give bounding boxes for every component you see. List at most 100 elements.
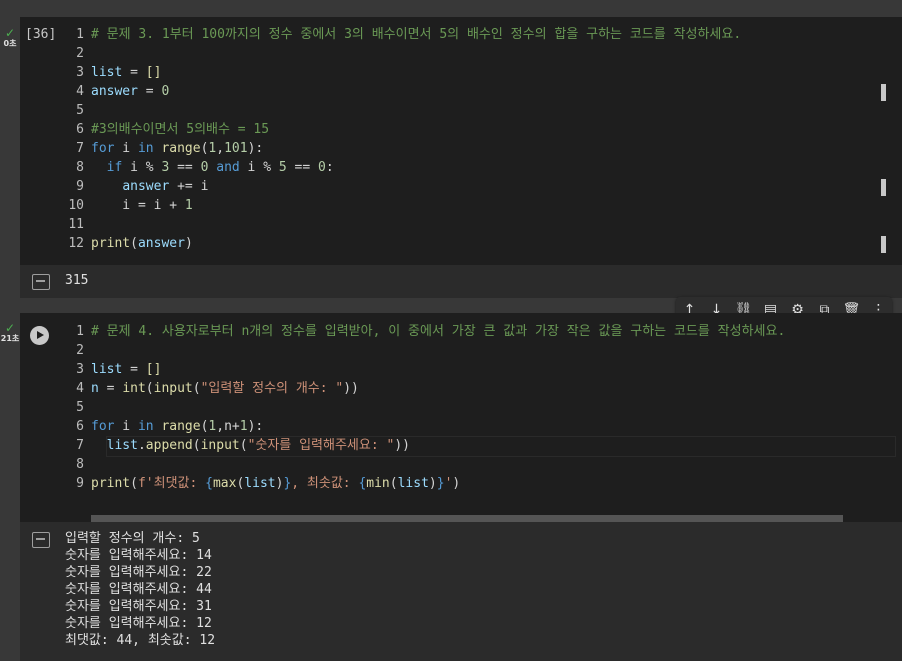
code-line[interactable]: 5 — [20, 398, 880, 417]
code-token: ( — [239, 438, 248, 453]
code-line[interactable]: 6 #3의배수이면서 5의배수 = 15 — [20, 120, 880, 139]
code-line[interactable]: 8 if i % 3 == 0 and i % 5 == 0: — [20, 158, 880, 177]
code-token: == — [169, 160, 201, 175]
code-token: i % — [239, 160, 279, 175]
code-token: ( — [389, 476, 398, 491]
output-line: 숫자를 입력해주세요: 12 — [65, 616, 212, 631]
code-token: = — [122, 362, 146, 377]
code-token: } — [436, 476, 445, 491]
code-text: list = [] — [91, 360, 161, 379]
code-token: i = i + — [91, 198, 185, 213]
code-token: )) — [343, 381, 359, 396]
code-text: i = i + 1 — [91, 196, 192, 215]
code-text: list = [] — [91, 63, 161, 82]
output-icon[interactable] — [32, 532, 50, 548]
code-token: append — [145, 438, 193, 453]
line-number: 12 — [68, 236, 84, 251]
code-token: { — [205, 476, 213, 491]
cell2-status: ✓ 21초 — [0, 322, 20, 344]
code-line[interactable]: 2 — [20, 44, 880, 63]
code-token: 5 — [278, 160, 287, 175]
line-number: 2 — [76, 343, 84, 358]
code-token: #3의배수이면서 5의배수 = 15 — [91, 122, 270, 137]
code-token: range — [161, 141, 201, 156]
code-token: list — [91, 65, 123, 80]
output-text: 입력할 정수의 개수: 5 숫자를 입력해주세요: 14 숫자를 입력해주세요: 2… — [65, 530, 215, 649]
code-line[interactable]: 2 — [20, 341, 880, 360]
line-number: 4 — [76, 84, 84, 99]
code-text: #3의배수이면서 5의배수 = 15 — [91, 120, 269, 139]
code-token: range — [161, 419, 201, 434]
code-token: "숫자를 입력해주세요: " — [247, 438, 395, 453]
code-line[interactable]: 1 # 문제 3. 1부터 100까지의 정수 중에서 3의 배수이면서 5의 배… — [20, 25, 880, 44]
output-line: 입력할 정수의 개수: 5 — [65, 531, 200, 546]
code-line[interactable]: 7 list.append(input("숫자를 입력해주세요: ")) — [20, 436, 880, 455]
code-line[interactable]: 6 for i in range(1,n+1): — [20, 417, 880, 436]
code-line[interactable]: 8 — [20, 455, 880, 474]
line-number: 3 — [76, 65, 84, 80]
code-token: . — [137, 438, 146, 453]
code-line[interactable]: 5 — [20, 101, 880, 120]
code-line[interactable]: 9 answer += i — [20, 177, 880, 196]
line-number: 1 — [76, 27, 84, 42]
output-line: 숫자를 입력해주세요: 44 — [65, 582, 212, 597]
code-token: [] — [145, 362, 162, 377]
code-line[interactable]: 7 for i in range(1,101): — [20, 139, 880, 158]
code-token: and — [216, 160, 240, 175]
code-token: print — [91, 236, 131, 251]
code-token: ) — [184, 236, 193, 251]
line-number: 11 — [68, 217, 84, 232]
code-token: # 문제 3. 1부터 100까지의 정수 중에서 3의 배수이면서 5의 배수… — [91, 27, 742, 42]
code-token: 1 — [239, 419, 248, 434]
code-token: in — [137, 141, 154, 156]
code-line[interactable]: 4n = int(input("입력할 정수의 개수: ")) — [20, 379, 880, 398]
code-token: min — [366, 476, 390, 491]
code-token: ): — [247, 141, 264, 156]
code-token: input — [153, 381, 193, 396]
output-icon[interactable] — [32, 274, 50, 290]
scroll-marker — [881, 236, 886, 253]
code-text: answer += i — [91, 177, 208, 196]
code-line[interactable]: 3 list = [] — [20, 360, 880, 379]
code-text: # 문제 4. 사용자로부터 n개의 정수를 입력받아, 이 중에서 가장 큰 … — [91, 322, 785, 341]
horizontal-scrollbar[interactable] — [91, 515, 843, 522]
output-line: 숫자를 입력해주세요: 31 — [65, 599, 212, 614]
code-token: == — [286, 160, 319, 175]
scroll-marker — [881, 179, 886, 196]
code-token: 101 — [224, 141, 248, 156]
code-token: n — [91, 381, 99, 396]
code-line[interactable]: 12 print(answer) — [20, 234, 880, 253]
line-number: 7 — [76, 141, 84, 156]
code-token: "입력할 정수의 개수: " — [200, 381, 344, 396]
code-line[interactable]: 3 list = [] — [20, 63, 880, 82]
line-number: 6 — [76, 419, 84, 434]
code-editor[interactable]: 1 # 문제 3. 1부터 100까지의 정수 중에서 3의 배수이면서 5의 배… — [20, 25, 902, 263]
line-number: 5 — [76, 103, 84, 118]
code-token: list — [397, 476, 429, 491]
scroll-marker — [881, 84, 886, 101]
code-token: 0 — [161, 84, 170, 99]
code-line[interactable]: 1 # 문제 4. 사용자로부터 n개의 정수를 입력받아, 이 중에서 가장 큰… — [20, 322, 880, 341]
output-line: 숫자를 입력해주세요: 14 — [65, 548, 212, 563]
output-text: 315 — [65, 272, 88, 289]
code-token: f'최댓값: — [137, 476, 206, 491]
code-token: answer — [137, 236, 185, 251]
code-line[interactable]: 10 i = i + 1 — [20, 196, 880, 215]
cell1-status: ✓ 0초 — [0, 27, 20, 49]
code-text: print(answer) — [91, 234, 193, 253]
code-token: print — [91, 476, 131, 491]
line-number: 3 — [76, 362, 84, 377]
code-line[interactable]: 9 print(f'최댓값: {max(list)}, 최솟값: {min(lis… — [20, 474, 880, 493]
code-cell-2[interactable]: 1 # 문제 4. 사용자로부터 n개의 정수를 입력받아, 이 중에서 가장 큰… — [20, 313, 902, 522]
line-number: 10 — [68, 198, 84, 213]
code-token: ( — [130, 236, 138, 251]
code-token: ( — [192, 438, 201, 453]
code-line[interactable]: 4 answer = 0 — [20, 82, 880, 101]
code-token: = — [122, 65, 146, 80]
code-token: for — [91, 141, 115, 156]
code-editor[interactable]: 1 # 문제 4. 사용자로부터 n개의 정수를 입력받아, 이 중에서 가장 큰… — [20, 322, 902, 512]
code-cell-1[interactable]: [36] 1 # 문제 3. 1부터 100까지의 정수 중에서 3의 배수이면서… — [20, 17, 902, 265]
code-line[interactable]: 11 — [20, 215, 880, 234]
code-token: , — [216, 141, 225, 156]
